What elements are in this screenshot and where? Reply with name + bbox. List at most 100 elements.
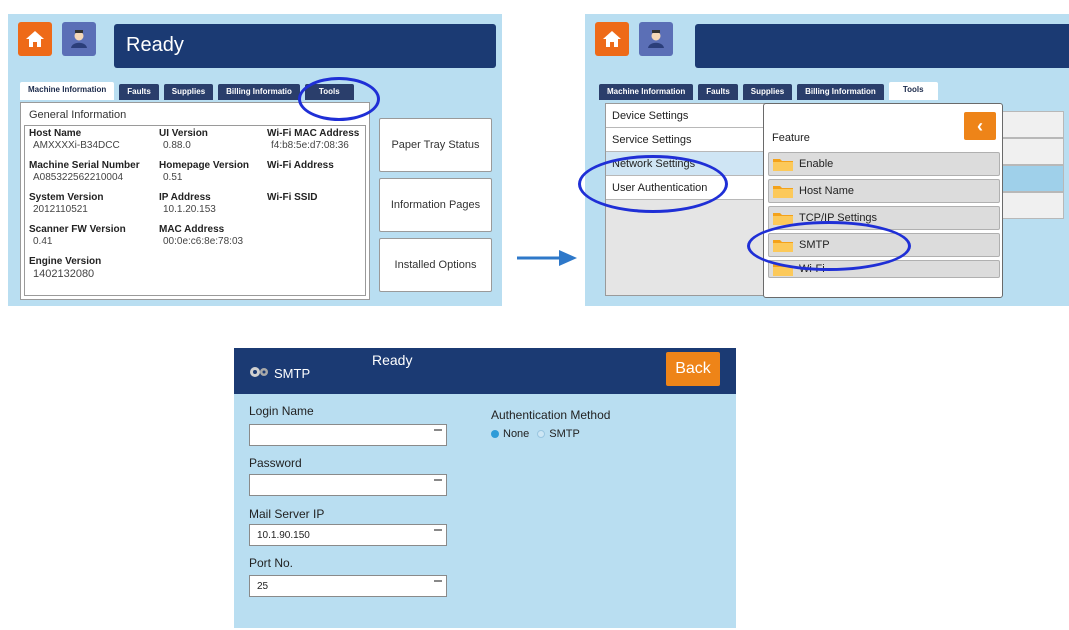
field-value: A085322562210004 (33, 172, 124, 183)
field-value: 00:0e:c6:8e:78:03 (163, 236, 244, 247)
field-key: Machine Serial Number (29, 160, 140, 171)
feature-label: Enable (799, 158, 834, 170)
field-host-name: Host Name AMXXXXi-B34DCC (29, 128, 120, 152)
section-title: General Information (29, 109, 127, 121)
folder-icon (773, 186, 793, 198)
tab-supplies[interactable]: Supplies (742, 84, 793, 100)
port-number-label: Port No. (249, 556, 294, 570)
smtp-highlight-ellipse (747, 221, 911, 271)
tab-faults[interactable]: Faults (698, 84, 738, 100)
general-information-box: General Information Host Name AMXXXXi-B3… (20, 102, 370, 300)
field-key: Engine Version (29, 256, 102, 267)
field-ip-address: IP Address 10.1.20.153 (159, 192, 216, 216)
home-button[interactable] (18, 22, 52, 56)
user-icon (71, 30, 87, 48)
port-number-value: 25 (257, 581, 269, 592)
information-pages-button[interactable]: Information Pages (379, 178, 492, 232)
list-strip (1002, 192, 1064, 219)
field-value: 2012110521 (33, 204, 88, 215)
authentication-method-label: Authentication Method (491, 408, 611, 422)
machine-information-panel: Ready Machine Information Faults Supplie… (8, 14, 502, 306)
authentication-method-group: None SMTP (491, 428, 580, 440)
field-value: 0.88.0 (163, 140, 191, 151)
field-value: 0.51 (163, 172, 183, 183)
field-key: Scanner FW Version (29, 224, 126, 235)
field-system-version: System Version 2012110521 (29, 192, 103, 216)
feature-item-enable[interactable]: Enable (768, 152, 1000, 176)
user-button[interactable] (62, 22, 96, 56)
network-settings-highlight-ellipse (578, 155, 728, 213)
field-key: Host Name (29, 128, 82, 139)
smtp-title: SMTP (274, 366, 311, 381)
user-button[interactable] (639, 22, 673, 56)
list-item-device-settings[interactable]: Device Settings (606, 104, 769, 128)
keyboard-icon (434, 580, 442, 582)
field-key: Wi-Fi Address (267, 160, 334, 171)
field-key: MAC Address (159, 224, 225, 235)
home-button[interactable] (595, 22, 629, 56)
mail-server-ip-input[interactable]: 10.1.90.150 (249, 524, 447, 546)
list-item-service-settings[interactable]: Service Settings (606, 128, 769, 152)
smtp-header-bar: SMTP Ready Back (234, 348, 736, 394)
radio-smtp-label: SMTP (549, 428, 580, 440)
tab-billing-information[interactable]: Billing Information (797, 84, 884, 100)
port-number-input[interactable]: 25 (249, 575, 447, 597)
radio-none-label: None (503, 428, 530, 440)
feature-title: Feature (772, 132, 810, 144)
field-value: 1402132080 (33, 268, 95, 280)
field-key: Wi-Fi SSID (267, 192, 318, 203)
field-ui-version: UI Version 0.88.0 (159, 128, 208, 152)
list-strip-selected (1002, 165, 1064, 192)
paper-tray-status-button[interactable]: Paper Tray Status (379, 118, 492, 172)
right-arrow-icon (517, 250, 577, 266)
tab-billing-information[interactable]: Billing Informatio (218, 84, 300, 100)
field-value: f4:b8:5e:d7:08:36 (271, 140, 349, 151)
list-strip (1002, 111, 1064, 138)
login-name-input[interactable] (249, 424, 447, 446)
password-input[interactable] (249, 474, 447, 496)
status-text: Ready (126, 34, 184, 56)
field-value: AMXXXXi-B34DCC (33, 140, 120, 151)
field-homepage-version: Homepage Version 0.51 (159, 160, 249, 184)
login-name-label: Login Name (249, 404, 314, 418)
home-icon (603, 31, 621, 47)
home-icon (26, 31, 44, 47)
tab-tools[interactable]: Tools (888, 82, 938, 100)
status-title-bar: Ready (114, 24, 496, 68)
feature-label: Host Name (799, 185, 855, 197)
password-label: Password (249, 456, 302, 470)
field-key: Wi-Fi MAC Address (267, 128, 360, 139)
field-engine-version: Engine Version 1402132080 (29, 256, 101, 280)
tab-machine-information[interactable]: Machine Information (599, 84, 694, 100)
field-value: 10.1.20.153 (163, 204, 216, 215)
back-button[interactable]: Back (666, 352, 720, 386)
field-key: System Version (29, 192, 104, 203)
status-text: Ready (372, 352, 413, 368)
field-key: IP Address (159, 192, 211, 203)
radio-smtp[interactable] (537, 430, 546, 438)
tab-faults[interactable]: Faults (119, 84, 159, 100)
folder-icon (773, 159, 793, 171)
tab-machine-information[interactable]: Machine Information (20, 82, 115, 100)
keyboard-icon (434, 529, 442, 531)
field-key: UI Version (159, 128, 208, 139)
field-wifi-address: Wi-Fi Address (267, 160, 334, 172)
field-wifi-ssid: Wi-Fi SSID (267, 192, 317, 204)
mail-server-ip-label: Mail Server IP (249, 507, 325, 521)
back-arrow-icon: ‹ (977, 115, 983, 136)
field-value: 0.41 (33, 236, 53, 247)
keyboard-icon (434, 429, 442, 431)
tab-supplies[interactable]: Supplies (163, 84, 214, 100)
back-arrow-button[interactable]: ‹ (964, 112, 996, 140)
feature-item-host-name[interactable]: Host Name (768, 179, 1000, 203)
field-machine-serial: Machine Serial Number A085322562210004 (29, 160, 140, 184)
radio-none[interactable] (491, 430, 499, 438)
tab-bar: Machine Information Faults Supplies Bill… (599, 82, 938, 100)
installed-options-button[interactable]: Installed Options (379, 238, 492, 292)
tools-highlight-ellipse (298, 77, 380, 121)
gear-icon (250, 367, 268, 377)
field-key: Homepage Version (159, 160, 250, 171)
field-wifi-mac: Wi-Fi MAC Address f4:b8:5e:d7:08:36 (267, 128, 359, 152)
status-title-bar (695, 24, 1069, 68)
mail-server-ip-value: 10.1.90.150 (257, 530, 310, 541)
